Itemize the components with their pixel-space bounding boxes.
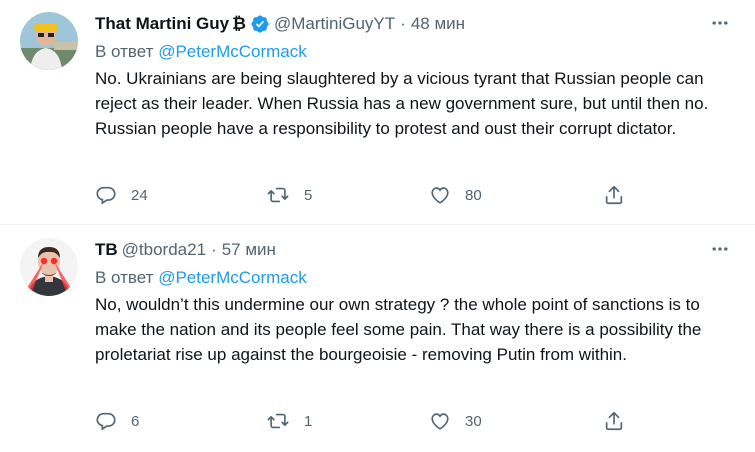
like-button[interactable]: 30 [429,408,482,434]
reply-icon [95,184,117,206]
retweet-button[interactable]: 5 [266,182,312,208]
more-icon[interactable] [709,238,731,260]
reply-context: В ответ @PeterMcCormack [95,42,307,62]
share-icon [603,410,625,432]
reply-prefix: В ответ [95,42,154,61]
reply-button[interactable]: 24 [95,182,148,208]
avatar[interactable] [20,238,78,296]
like-icon [429,184,451,206]
handle[interactable]: @tborda21 [122,240,206,260]
like-count: 80 [465,186,482,204]
tweet[interactable]: TB @tborda21 · 57 мин В ответ @PeterMcCo… [0,226,755,452]
reply-mention-link[interactable]: @PeterMcCormack [158,42,307,61]
share-button[interactable] [603,182,625,208]
retweet-count: 1 [304,412,313,430]
retweet-button[interactable]: 1 [266,408,312,434]
retweet-count: 5 [304,186,313,204]
more-icon[interactable] [709,12,731,34]
reply-button[interactable]: 6 [95,408,139,434]
like-count: 30 [465,412,482,430]
retweet-icon [266,184,290,206]
share-button[interactable] [603,408,625,434]
share-icon [603,184,625,206]
handle[interactable]: @MartiniGuyYT [274,14,395,34]
name-suffix: ₿ [232,14,246,33]
reply-prefix: В ответ [95,268,154,287]
tweet-actions: 24 5 80 [95,182,635,208]
tweet-header: That Martini Guy ₿ @MartiniGuyYT · 48 ми… [95,12,465,36]
verified-icon [250,14,270,34]
reply-mention-link[interactable]: @PeterMcCormack [158,268,307,287]
like-icon [429,410,451,432]
tweet[interactable]: That Martini Guy ₿ @MartiniGuyYT · 48 ми… [0,0,755,225]
display-name[interactable]: That Martini Guy [95,14,229,34]
display-name[interactable]: TB [95,240,118,260]
reply-count: 24 [131,186,148,204]
reply-count: 6 [131,412,140,430]
retweet-icon [266,410,290,432]
separator-dot: · [211,240,217,259]
tweet-actions: 6 1 30 [95,408,635,434]
reply-context: В ответ @PeterMcCormack [95,268,307,288]
reply-icon [95,410,117,432]
tweet-text: No. Ukrainians are being slaughtered by … [95,69,709,138]
tweet-header: TB @tborda21 · 57 мин [95,238,276,262]
separator-dot: · [400,14,406,33]
timestamp[interactable]: 57 мин [222,240,276,260]
like-button[interactable]: 80 [429,182,482,208]
timestamp[interactable]: 48 мин [411,14,465,34]
avatar[interactable] [20,12,78,70]
tweet-text: No, wouldn’t this undermine our own stra… [95,295,702,364]
